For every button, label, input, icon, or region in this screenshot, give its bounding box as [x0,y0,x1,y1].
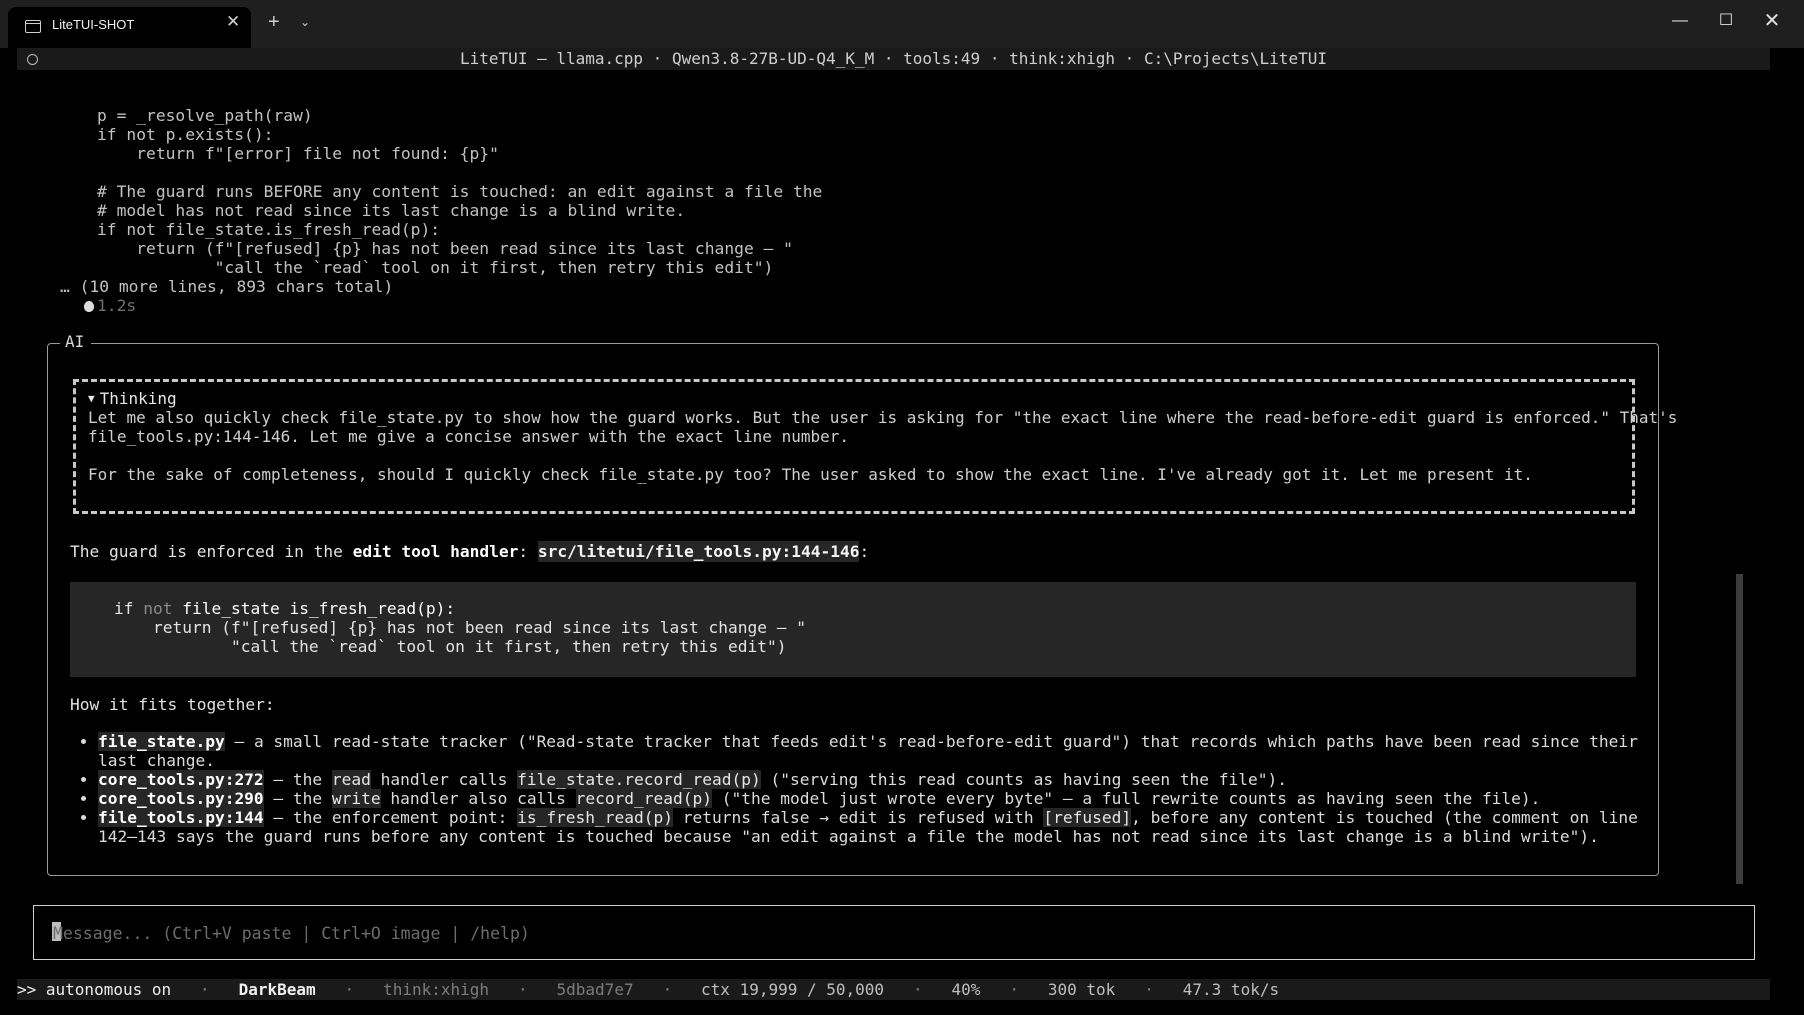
bullet-icon [81,796,86,801]
close-window-button[interactable]: ✕ [1749,8,1795,34]
list-item-ref: file_state.py [98,732,225,751]
list-item-text: handler calls [370,770,518,789]
intro-text: The guard is enforced in the [70,542,353,561]
list-item: file_tools.py:144 — the enforcement poin… [70,808,1640,846]
window-title-bar: LiteTUI-SHOT ✕ + ⌄ — ☐ ✕ [0,0,1804,48]
token-count: 300 tok [1047,980,1116,999]
triangle-down-icon[interactable]: ▼ [88,392,95,405]
separator: · [662,980,673,999]
inline-code: read [331,770,371,789]
inline-code: record_read(p) [575,789,713,808]
elapsed-time: 1.2s [84,296,136,315]
code-keyword-not: not [143,599,173,618]
separator: · [1009,980,1019,999]
list-item-text: ("serving this read counts as having see… [760,770,1288,789]
intro-bold: edit tool handler [352,542,519,561]
minimize-button[interactable]: — [1657,8,1703,34]
bullet-icon [81,777,86,782]
status-bar: >> autonomous on · DarkBeam · think:xhig… [17,979,1770,1000]
thinking-title: Thinking [99,389,177,408]
chevron-down-icon[interactable]: ⌄ [300,15,310,29]
list-item-text: — the enforcement point: [263,808,518,827]
terminal-icon [25,20,41,33]
tui-header: LiteTUI — llama.cpp · Qwen3.8-27B-UD-Q4_… [17,48,1770,70]
list-item-text: — the [263,770,332,789]
intro-text-3: : [859,542,870,561]
inline-code: file_state.record_read(p) [517,770,761,789]
thinking-header[interactable]: ▼ Thinking [88,389,177,408]
maximize-button[interactable]: ☐ [1703,8,1749,34]
separator: · [344,980,355,999]
separator: · [912,980,923,999]
separator: · [200,980,210,999]
code-keyword-if: if [114,599,144,618]
message-input[interactable] [51,915,1735,951]
list-item-text: ("the model just wrote every byte" — a f… [712,789,1541,808]
elapsed-label: 1.2s [97,296,137,315]
tab-close-icon[interactable]: ✕ [226,12,240,32]
code-line-3: "call the `read` tool on it first, then … [114,637,787,656]
section-heading: How it fits together: [70,695,275,714]
ai-panel-label: AI [60,332,92,351]
intro-text-2: : [518,542,538,561]
new-tab-button[interactable]: + [268,11,280,34]
fits-list: file_state.py — a small read-state track… [70,732,1640,846]
tool-output-code: p = _resolve_path(raw) if not p.exists()… [97,106,823,277]
thinking-text: Let me also quickly check file_state.py … [88,408,1678,484]
think-level: think:xhigh [383,980,490,999]
list-item: core_tools.py:272 — the read handler cal… [70,770,1640,789]
cursor-hand-icon [84,301,94,312]
message-input-box[interactable] [33,905,1755,960]
list-item: core_tools.py:290 — the write handler al… [70,789,1640,808]
ai-response-panel: AI ▼ Thinking Let me also quickly check f… [47,332,1677,876]
theme-name: DarkBeam [238,980,316,999]
inline-code: [refused] [1043,808,1132,827]
truncation-note: … (10 more lines, 893 chars total) [60,277,394,296]
list-item-text: — a small read-state tracker ("Read-stat… [98,732,1638,770]
bullet-icon [81,815,86,820]
list-item: file_state.py — a small read-state track… [70,732,1640,770]
list-item-text: handler also calls [380,789,576,808]
separator: · [1144,980,1154,999]
answer-intro: The guard is enforced in the edit tool h… [70,541,870,562]
terminal-tab[interactable]: LiteTUI-SHOT ✕ [8,7,251,48]
code-block-text: if not file_state is_fresh_read(p): retu… [114,599,806,656]
token-speed: 47.3 tok/s [1182,980,1280,999]
list-item-ref: core_tools.py:290 [98,789,264,808]
code-block: if not file_state is_fresh_read(p): retu… [70,582,1636,677]
file-path-code: src/litetui/file_tools.py:144-146 [537,541,860,562]
autonomous-mode-indicator[interactable]: >> autonomous on [17,980,171,999]
list-item-text: — the [263,789,332,808]
list-item-ref: core_tools.py:272 [98,770,264,789]
context-percent: 40% [951,980,981,999]
context-usage: ctx 19,999 / 50,000 [701,980,885,999]
thinking-block[interactable]: ▼ Thinking Let me also quickly check file… [73,379,1677,514]
tab-title: LiteTUI-SHOT [52,17,135,32]
scrollbar-thumb[interactable] [1736,574,1743,884]
list-item-text: returns false → edit is refused with [673,808,1044,827]
code-line-2: return (f"[refused] {p} has not been rea… [114,618,806,637]
code-line-1-rest: file_state is_fresh_read(p): [172,599,456,618]
inline-code: write [331,789,381,808]
bullet-icon [81,739,86,744]
inline-code: is_fresh_read(p) [517,808,674,827]
session-hash: 5dbad7e7 [556,980,634,999]
list-item-ref: file_tools.py:144 [98,808,264,827]
separator: · [517,980,528,999]
header-text: LiteTUI — llama.cpp · Qwen3.8-27B-UD-Q4_… [460,49,1327,68]
